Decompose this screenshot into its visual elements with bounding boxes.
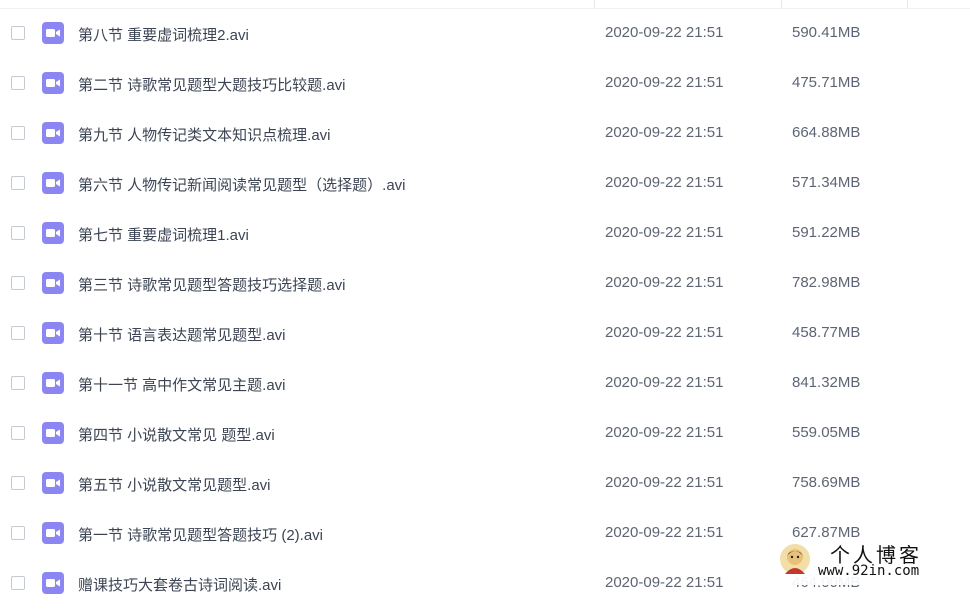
file-modified-date: 2020-09-22 21:51 xyxy=(605,524,724,541)
file-row[interactable]: 第十一节 高中作文常见主题.avi 2020-09-22 21:51 841.3… xyxy=(0,359,970,409)
file-row[interactable]: 第六节 人物传记新闻阅读常见题型（选择题）.avi 2020-09-22 21:… xyxy=(0,159,970,209)
video-file-icon xyxy=(42,372,64,394)
file-modified-date: 2020-09-22 21:51 xyxy=(605,574,724,591)
blog-watermark: 个人博客 www.92in.com xyxy=(770,537,970,585)
file-name[interactable]: 第六节 人物传记新闻阅读常见题型（选择题）.avi xyxy=(78,174,406,195)
file-name[interactable]: 第三节 诗歌常见题型答题技巧选择题.avi xyxy=(78,274,346,295)
column-divider xyxy=(594,0,595,8)
row-checkbox[interactable] xyxy=(11,26,25,40)
file-row[interactable]: 第三节 诗歌常见题型答题技巧选择题.avi 2020-09-22 21:51 7… xyxy=(0,259,970,309)
video-file-icon xyxy=(42,322,64,344)
row-checkbox[interactable] xyxy=(11,226,25,240)
file-modified-date: 2020-09-22 21:51 xyxy=(605,174,724,191)
file-size: 841.32MB xyxy=(792,374,861,391)
column-divider xyxy=(907,0,908,8)
row-checkbox[interactable] xyxy=(11,76,25,90)
file-name[interactable]: 第十一节 高中作文常见主题.avi xyxy=(78,374,286,395)
row-checkbox[interactable] xyxy=(11,476,25,490)
file-modified-date: 2020-09-22 21:51 xyxy=(605,424,724,441)
file-name[interactable]: 第二节 诗歌常见题型大题技巧比较题.avi xyxy=(78,74,346,95)
row-checkbox[interactable] xyxy=(11,426,25,440)
video-file-icon xyxy=(42,222,64,244)
file-size: 590.41MB xyxy=(792,24,861,41)
video-file-icon xyxy=(42,272,64,294)
row-checkbox[interactable] xyxy=(11,576,25,590)
file-name[interactable]: 第八节 重要虚词梳理2.avi xyxy=(78,24,249,45)
file-row[interactable]: 第八节 重要虚词梳理2.avi 2020-09-22 21:51 590.41M… xyxy=(0,9,970,59)
file-row[interactable]: 第五节 小说散文常见题型.avi 2020-09-22 21:51 758.69… xyxy=(0,459,970,509)
video-file-icon xyxy=(42,72,64,94)
video-file-icon xyxy=(42,522,64,544)
video-file-icon xyxy=(42,472,64,494)
file-row[interactable]: 第九节 人物传记类文本知识点梳理.avi 2020-09-22 21:51 66… xyxy=(0,109,970,159)
file-size: 559.05MB xyxy=(792,424,861,441)
file-row[interactable]: 第七节 重要虚词梳理1.avi 2020-09-22 21:51 591.22M… xyxy=(0,209,970,259)
video-file-icon xyxy=(42,172,64,194)
file-modified-date: 2020-09-22 21:51 xyxy=(605,124,724,141)
file-size: 591.22MB xyxy=(792,224,861,241)
file-name[interactable]: 第四节 小说散文常见 题型.avi xyxy=(78,424,275,445)
file-size: 758.69MB xyxy=(792,474,861,491)
file-size: 664.88MB xyxy=(792,124,861,141)
video-file-icon xyxy=(42,22,64,44)
row-checkbox[interactable] xyxy=(11,326,25,340)
watermark-url: www.92in.com xyxy=(818,563,920,579)
file-name[interactable]: 第五节 小说散文常见题型.avi xyxy=(78,474,271,495)
file-row[interactable]: 第二节 诗歌常见题型大题技巧比较题.avi 2020-09-22 21:51 4… xyxy=(0,59,970,109)
file-size: 782.98MB xyxy=(792,274,861,291)
file-row[interactable]: 第十节 语言表达题常见题型.avi 2020-09-22 21:51 458.7… xyxy=(0,309,970,359)
file-name[interactable]: 第九节 人物传记类文本知识点梳理.avi xyxy=(78,124,331,145)
file-name[interactable]: 第一节 诗歌常见题型答题技巧 (2).avi xyxy=(78,524,323,545)
file-modified-date: 2020-09-22 21:51 xyxy=(605,474,724,491)
file-row[interactable]: 第四节 小说散文常见 题型.avi 2020-09-22 21:51 559.0… xyxy=(0,409,970,459)
row-checkbox[interactable] xyxy=(11,176,25,190)
row-checkbox[interactable] xyxy=(11,526,25,540)
column-divider xyxy=(781,0,782,8)
row-checkbox[interactable] xyxy=(11,126,25,140)
file-modified-date: 2020-09-22 21:51 xyxy=(605,274,724,291)
file-modified-date: 2020-09-22 21:51 xyxy=(605,24,724,41)
avatar-icon xyxy=(780,544,810,574)
file-size: 571.34MB xyxy=(792,174,861,191)
file-name[interactable]: 第七节 重要虚词梳理1.avi xyxy=(78,224,249,245)
video-file-icon xyxy=(42,422,64,444)
file-modified-date: 2020-09-22 21:51 xyxy=(605,324,724,341)
video-file-icon xyxy=(42,572,64,594)
file-size: 475.71MB xyxy=(792,74,861,91)
table-header-edge xyxy=(0,0,970,9)
row-checkbox[interactable] xyxy=(11,276,25,290)
file-size: 458.77MB xyxy=(792,324,861,341)
video-file-icon xyxy=(42,122,64,144)
file-modified-date: 2020-09-22 21:51 xyxy=(605,374,724,391)
row-checkbox[interactable] xyxy=(11,376,25,390)
file-modified-date: 2020-09-22 21:51 xyxy=(605,224,724,241)
file-modified-date: 2020-09-22 21:51 xyxy=(605,74,724,91)
file-list: 第八节 重要虚词梳理2.avi 2020-09-22 21:51 590.41M… xyxy=(0,9,970,609)
file-name[interactable]: 第十节 语言表达题常见题型.avi xyxy=(78,324,286,345)
